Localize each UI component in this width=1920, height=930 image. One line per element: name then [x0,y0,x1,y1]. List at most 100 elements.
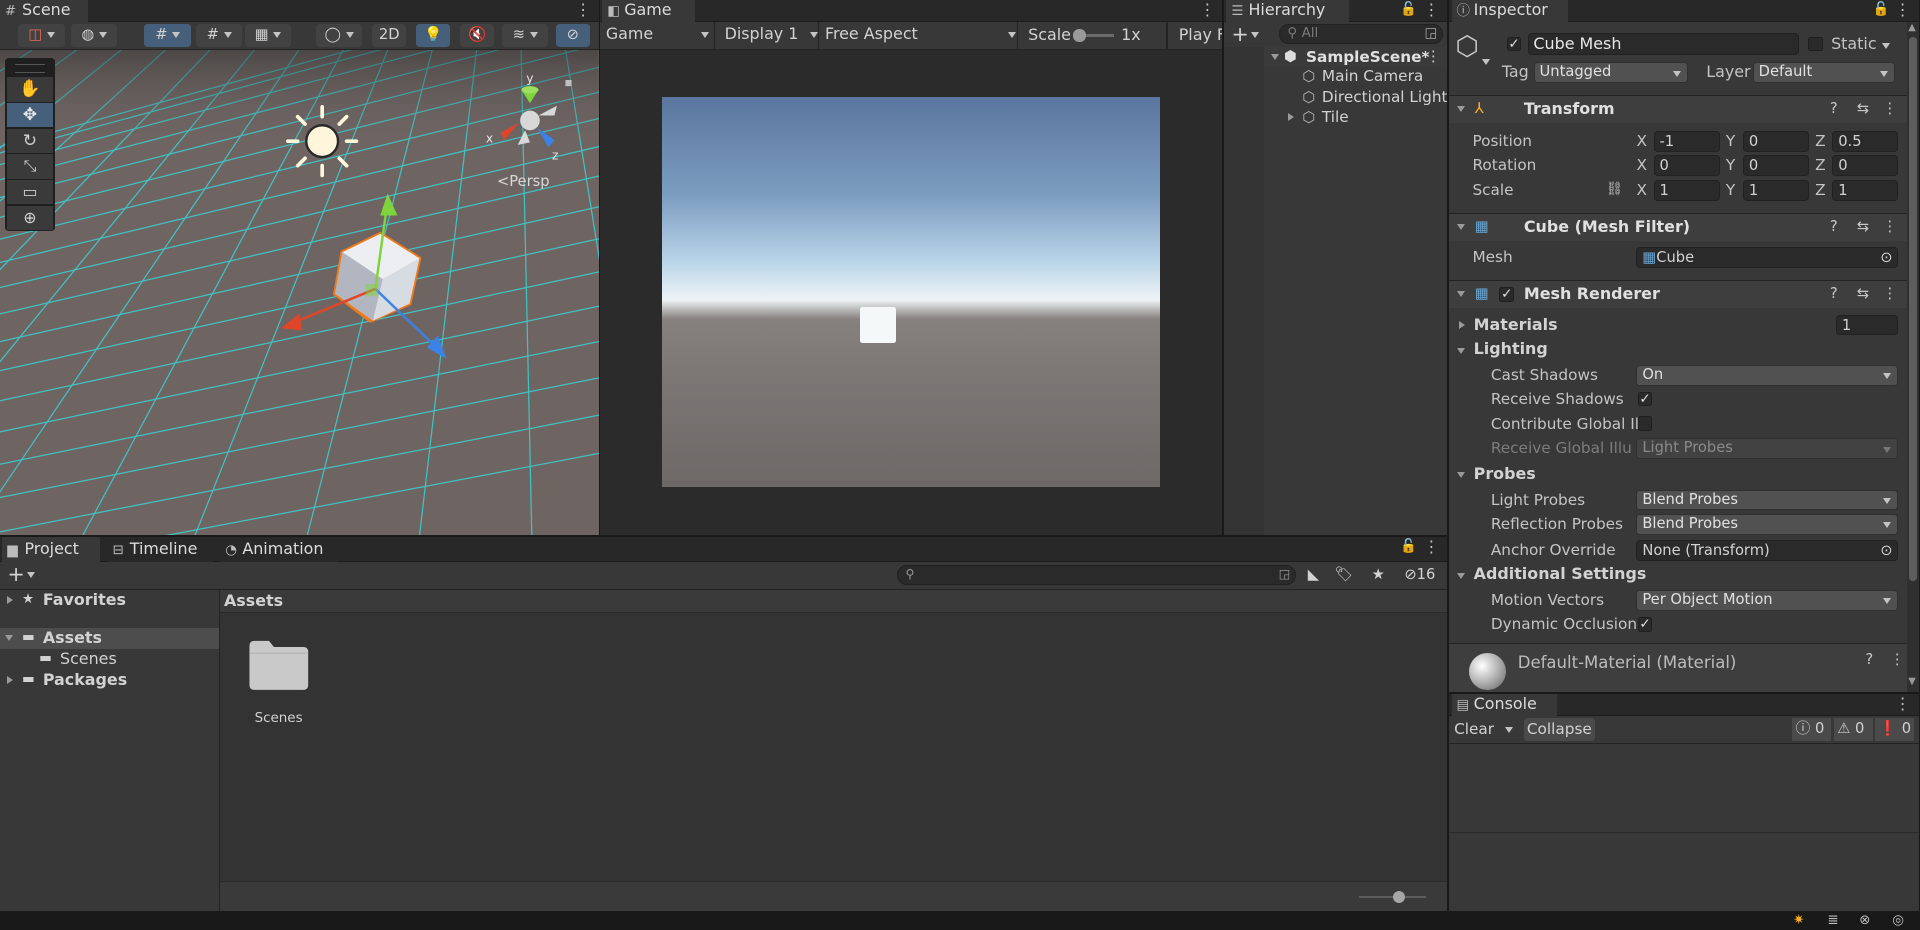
active-checkbox[interactable]: ✓ [1506,36,1522,52]
anchor-override-field[interactable]: None (Transform) ⊙ [1636,539,1899,561]
reflection-probes-dropdown[interactable]: Blend Probes [1636,514,1899,535]
grid-visibility-button[interactable]: ▦ [244,24,292,47]
foldout-arrow[interactable] [1456,106,1465,113]
project-menu-icon[interactable]: ⋮ [1424,537,1440,558]
breadcrumb-assets[interactable]: Assets [224,590,283,612]
receive-shadows-checkbox[interactable]: ✓ [1637,391,1653,407]
scale-y-input[interactable]: 1 [1742,179,1810,201]
presets-icon[interactable]: ⇆ [1857,96,1869,123]
motion-vectors-dropdown[interactable]: Per Object Motion [1636,589,1899,611]
tab-project[interactable]: ▆ Project [2,537,101,562]
scale-slider[interactable] [1073,29,1114,42]
project-search-input[interactable]: ⚲ ◲ [897,565,1297,586]
tab-hierarchy[interactable]: ☰ Hierarchy [1226,0,1349,23]
warning-filter-toggle[interactable]: ⚠ 0 [1833,718,1873,741]
scale-z-input[interactable]: 1 [1832,179,1899,201]
constrain-proportions-icon[interactable]: ⛓ [1606,180,1623,201]
component-menu-icon[interactable]: ⋮ [1882,281,1897,308]
audio-toggle-button[interactable]: 🔇 [460,24,495,47]
component-menu-icon[interactable]: ⋮ [1890,647,1905,674]
hidden-packages-toggle[interactable]: ⊘16 [1397,564,1444,586]
search-by-type-button[interactable]: ◣ [1301,564,1325,586]
project-create-button[interactable]: + [7,563,36,585]
static-dropdown[interactable] [1882,42,1891,49]
rotation-x-input[interactable]: 0 [1653,155,1720,177]
mesh-object-field[interactable]: ▦Cube ⊙ [1636,247,1899,269]
error-filter-toggle[interactable]: ❗ 0 [1875,718,1915,741]
expand-arrow[interactable] [1270,53,1279,60]
cast-shadows-dropdown[interactable]: On [1636,364,1899,386]
mode-2d-button[interactable]: 2D [372,24,407,47]
material-header[interactable]: Default-Material (Material) ? ⋮ [1449,642,1907,692]
mesh-renderer-header[interactable]: ▦ ✓ Mesh Renderer ? ⇆ ⋮ [1449,280,1907,309]
icon-dropdown[interactable] [1482,58,1491,65]
scene-viewport[interactable]: ✋ ✥ ↻ ⤡ ▭ ⊕ y x z <Persp [0,50,599,535]
expand-arrow[interactable] [1287,112,1294,121]
scene-menu-icon[interactable]: ⋮ [1426,47,1441,68]
clear-options-dropdown[interactable] [1503,716,1520,743]
favorites-label[interactable]: Favorites [43,590,126,611]
hierarchy-search-input[interactable]: ⚲ All ◲ [1279,24,1444,45]
inspector-lock-icon[interactable]: 🔓 [1873,0,1890,21]
favorites-button[interactable]: ★ [1366,564,1390,586]
favorites-expand-arrow[interactable] [7,596,14,605]
scale-tool-button[interactable]: ⤡ [7,154,53,179]
probes-label[interactable]: Probes [1474,464,1536,485]
transform-tool-button[interactable]: ⊕ [7,205,53,231]
tree-item-scenes[interactable]: Scenes [60,649,117,670]
dynamic-occlusion-checkbox[interactable]: ✓ [1637,616,1653,632]
position-z-input[interactable]: 0.5 [1832,130,1899,152]
object-picker-icon[interactable]: ⊙ [1880,248,1892,268]
tab-scene[interactable]: # Scene [0,0,89,23]
lighting-toggle-button[interactable]: 💡 [416,24,451,47]
foldout-arrow[interactable] [1456,291,1465,297]
scene-menu-icon[interactable]: ⋮ [575,0,591,21]
help-icon[interactable]: ? [1830,96,1838,123]
tab-animation[interactable]: ◔ Animation [220,537,338,562]
layer-dropdown[interactable]: Default [1752,62,1895,84]
play-focused-dropdown[interactable]: Play F [1179,23,1222,47]
progress-icon[interactable]: ✷ [1793,911,1804,930]
lighting-foldout-arrow[interactable] [1456,347,1465,354]
icon-size-slider-thumb[interactable] [1392,890,1406,904]
materials-foldout-arrow[interactable] [1458,320,1465,329]
project-lock-icon[interactable]: 🔓 [1400,537,1417,558]
icon-size-slider[interactable] [1358,890,1426,904]
tag-dropdown[interactable]: Untagged [1533,62,1688,84]
orientation-gizmo[interactable]: y x z [481,69,579,167]
console-log-area[interactable] [1449,744,1920,834]
scrollbar-up-arrow[interactable]: ▲ [1908,22,1916,33]
scale-slider-thumb[interactable] [1073,29,1086,42]
collapse-button[interactable]: Collapse [1523,718,1595,741]
shading-mode-button[interactable]: ◯ [315,24,363,47]
tab-inspector[interactable]: ⓘ Inspector [1451,0,1568,23]
tree-item-assets[interactable]: ▬ Assets [0,627,220,649]
create-button[interactable]: + [1231,23,1260,45]
object-name-input[interactable]: Cube Mesh [1527,33,1800,56]
help-icon[interactable]: ? [1865,647,1873,674]
hand-tool-button[interactable]: ✋ [7,77,53,102]
mesh-renderer-enabled-checkbox[interactable]: ✓ [1499,287,1515,302]
search-options-icon[interactable]: ◲ [1279,566,1291,583]
additional-foldout-arrow[interactable] [1456,572,1465,579]
additional-settings-label[interactable]: Additional Settings [1474,564,1647,585]
object-picker-icon[interactable]: ⊙ [1880,541,1892,561]
asset-folder-scenes[interactable]: Scenes [245,636,314,727]
aspect-dropdown[interactable]: Free Aspect [825,22,1016,46]
draw-mode-button[interactable]: ◫ [18,24,65,47]
rotation-y-input[interactable]: 0 [1742,155,1810,177]
game-menu-icon[interactable]: ⋮ [1200,0,1216,21]
projection-toggle[interactable]: <Persp [497,173,550,190]
presets-icon[interactable]: ⇆ [1857,281,1869,308]
inspector-scrollbar[interactable]: ▲ ▼ [1906,22,1920,692]
scene-visibility-button[interactable]: ⊘ [555,24,590,47]
hierarchy-menu-icon[interactable]: ⋮ [1424,0,1440,21]
help-icon[interactable]: ? [1830,281,1838,308]
position-y-input[interactable]: 0 [1742,130,1810,152]
rotation-z-input[interactable]: 0 [1832,155,1899,177]
contribute-gi-checkbox[interactable] [1637,416,1653,431]
rect-tool-button[interactable]: ▭ [7,179,53,205]
lighting-label[interactable]: Lighting [1474,339,1548,360]
inspector-menu-icon[interactable]: ⋮ [1895,0,1911,21]
selected-cube[interactable] [275,191,471,387]
